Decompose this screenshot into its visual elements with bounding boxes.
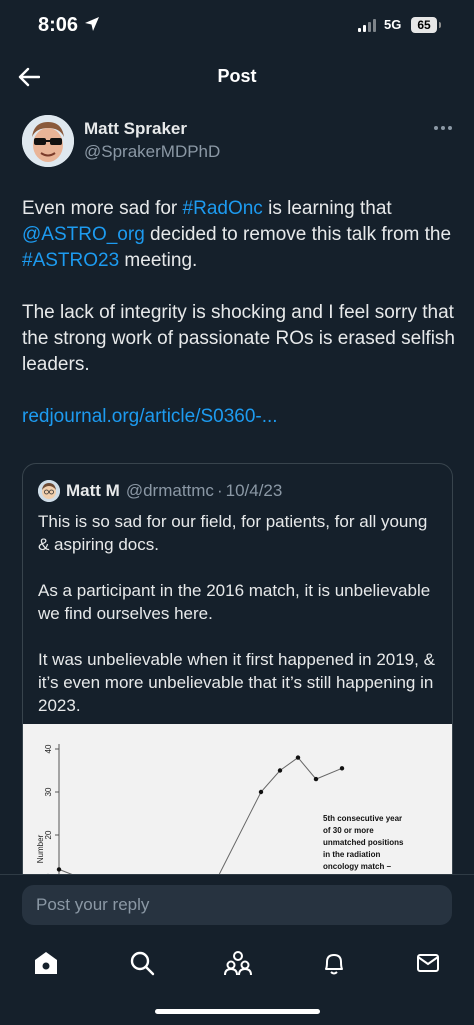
author-avatar-image xyxy=(22,115,74,167)
home-icon xyxy=(35,952,57,974)
post-text-segment: the xyxy=(424,224,452,245)
chart-annotation-line: unmatched positions xyxy=(323,838,404,847)
nav-bar: Post xyxy=(0,52,474,102)
tab-messages[interactable] xyxy=(410,945,446,981)
tab-communities[interactable] xyxy=(220,945,256,981)
chart-annotation: 5th consecutive year of 30 or more unmatch… xyxy=(323,814,404,871)
quote-author-name: Matt M xyxy=(66,481,120,500)
quote-paragraph-1: This is so sad for our field, for patien… xyxy=(38,512,428,554)
chart-data-point xyxy=(258,789,264,795)
quote-paragraph-2: As a participant in the 2016 match, it i… xyxy=(38,581,431,623)
quoted-post[interactable]: Matt M @drmattmc · 10/4/23 This is so sa… xyxy=(22,463,453,895)
post-text-segment: meeting. xyxy=(119,250,198,271)
bottom-bar: Post your reply xyxy=(0,874,474,1025)
notifications-icon xyxy=(325,954,343,975)
reply-input[interactable]: Post your reply xyxy=(22,885,452,925)
battery-icon: 65 xyxy=(411,17,437,33)
quote-paragraph-3: It was unbelievable when it first happen… xyxy=(38,650,435,715)
post-text: Even more sad for #RadOnc is learning th… xyxy=(22,196,458,430)
author-handle[interactable]: @SprakerMDPhD xyxy=(84,142,220,162)
status-time: 8:06 xyxy=(38,14,79,36)
post-paragraph-2: The lack of integrity is shocking and I … xyxy=(22,302,455,375)
status-bar: 8:06 5G 65 xyxy=(0,0,474,52)
quote-author-handle: @drmattmc xyxy=(125,481,214,500)
chart-data-point xyxy=(277,768,283,773)
chart-y-tick-label: 20 xyxy=(44,830,53,839)
post-text-segment: decided to remove this talk from xyxy=(144,224,420,245)
quote-avatar xyxy=(38,480,60,502)
location-arrow-icon xyxy=(85,17,99,31)
reply-placeholder: Post your reply xyxy=(36,895,150,914)
hashtag-radonc[interactable]: #RadOnc xyxy=(183,198,263,219)
chart-annotation-line: of 30 or more xyxy=(323,826,374,835)
communities-icon xyxy=(224,951,252,976)
chart-annotation-line: in the radiation xyxy=(323,850,380,859)
quote-separator: · xyxy=(216,481,223,500)
avatar[interactable] xyxy=(22,115,74,167)
unmatched-positions-chart: Number 40302010 5th consecutive yearof 3… xyxy=(36,744,404,894)
signal-strength-icon xyxy=(358,19,376,32)
tab-search[interactable] xyxy=(124,945,160,981)
chart-annotation-line: 5th consecutive year xyxy=(323,814,402,823)
hashtag-astro23[interactable]: #ASTRO23 xyxy=(22,250,119,271)
post-text-segment: Even more sad for xyxy=(22,198,183,219)
mention-astro[interactable]: @ASTRO_org xyxy=(22,224,145,245)
page-title: Post xyxy=(217,66,257,86)
quote-chart-image[interactable]: Number 40302010 5th consecutive yearof 3… xyxy=(23,724,452,894)
home-indicator xyxy=(155,1009,320,1014)
quote-date: 10/4/23 xyxy=(225,481,283,500)
chart-data-point xyxy=(56,867,62,872)
chart-data-point xyxy=(295,755,301,760)
quote-text: This is so sad for our field, for patien… xyxy=(38,510,438,717)
article-link[interactable]: redjournal.org/article/S0360-... xyxy=(22,406,278,427)
tab-notifications[interactable] xyxy=(316,945,352,981)
post-text-segment: is learning that xyxy=(262,198,392,219)
chart-y-tick-label: 30 xyxy=(44,787,53,796)
messages-icon xyxy=(417,954,439,972)
more-options-icon[interactable] xyxy=(428,118,458,138)
author-name[interactable]: Matt Spraker xyxy=(84,119,187,139)
quote-header: Matt M @drmattmc · 10/4/23 xyxy=(38,480,282,502)
battery-tip xyxy=(439,22,441,28)
tab-home[interactable] xyxy=(28,945,64,981)
chart-y-tick-label: 40 xyxy=(44,744,53,753)
chart-data-point xyxy=(339,766,345,771)
search-icon xyxy=(130,951,155,976)
network-type: 5G xyxy=(384,17,402,32)
chart-annotation-line: oncology match – xyxy=(323,862,392,871)
chart-data-point xyxy=(313,776,319,782)
chart-series-line xyxy=(58,756,343,888)
